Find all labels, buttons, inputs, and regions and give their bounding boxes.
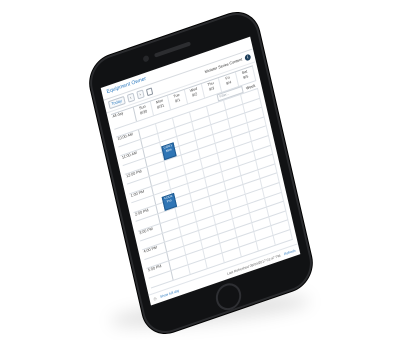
clock-icon: ◷ <box>153 296 157 302</box>
prev-week-button[interactable]: ‹ <box>126 92 135 103</box>
camera-icon <box>142 54 150 63</box>
product-mockup: Equipment Owner Today ‹ › Minister Serie… <box>0 0 400 340</box>
calendar-icon[interactable] <box>145 87 153 96</box>
refresh-link[interactable]: Refresh <box>284 249 296 257</box>
phone-screen: Equipment Owner Today ‹ › Minister Serie… <box>100 36 301 306</box>
info-icon[interactable]: i <box>244 53 252 62</box>
next-week-button[interactable]: › <box>135 89 145 100</box>
today-button[interactable]: Today <box>107 95 126 110</box>
speaker-grille <box>154 41 191 58</box>
smartphone-frame: Equipment Owner Today ‹ › Minister Serie… <box>84 5 318 340</box>
home-button <box>213 279 244 314</box>
show-full-day-link[interactable]: Show full day <box>160 289 180 299</box>
